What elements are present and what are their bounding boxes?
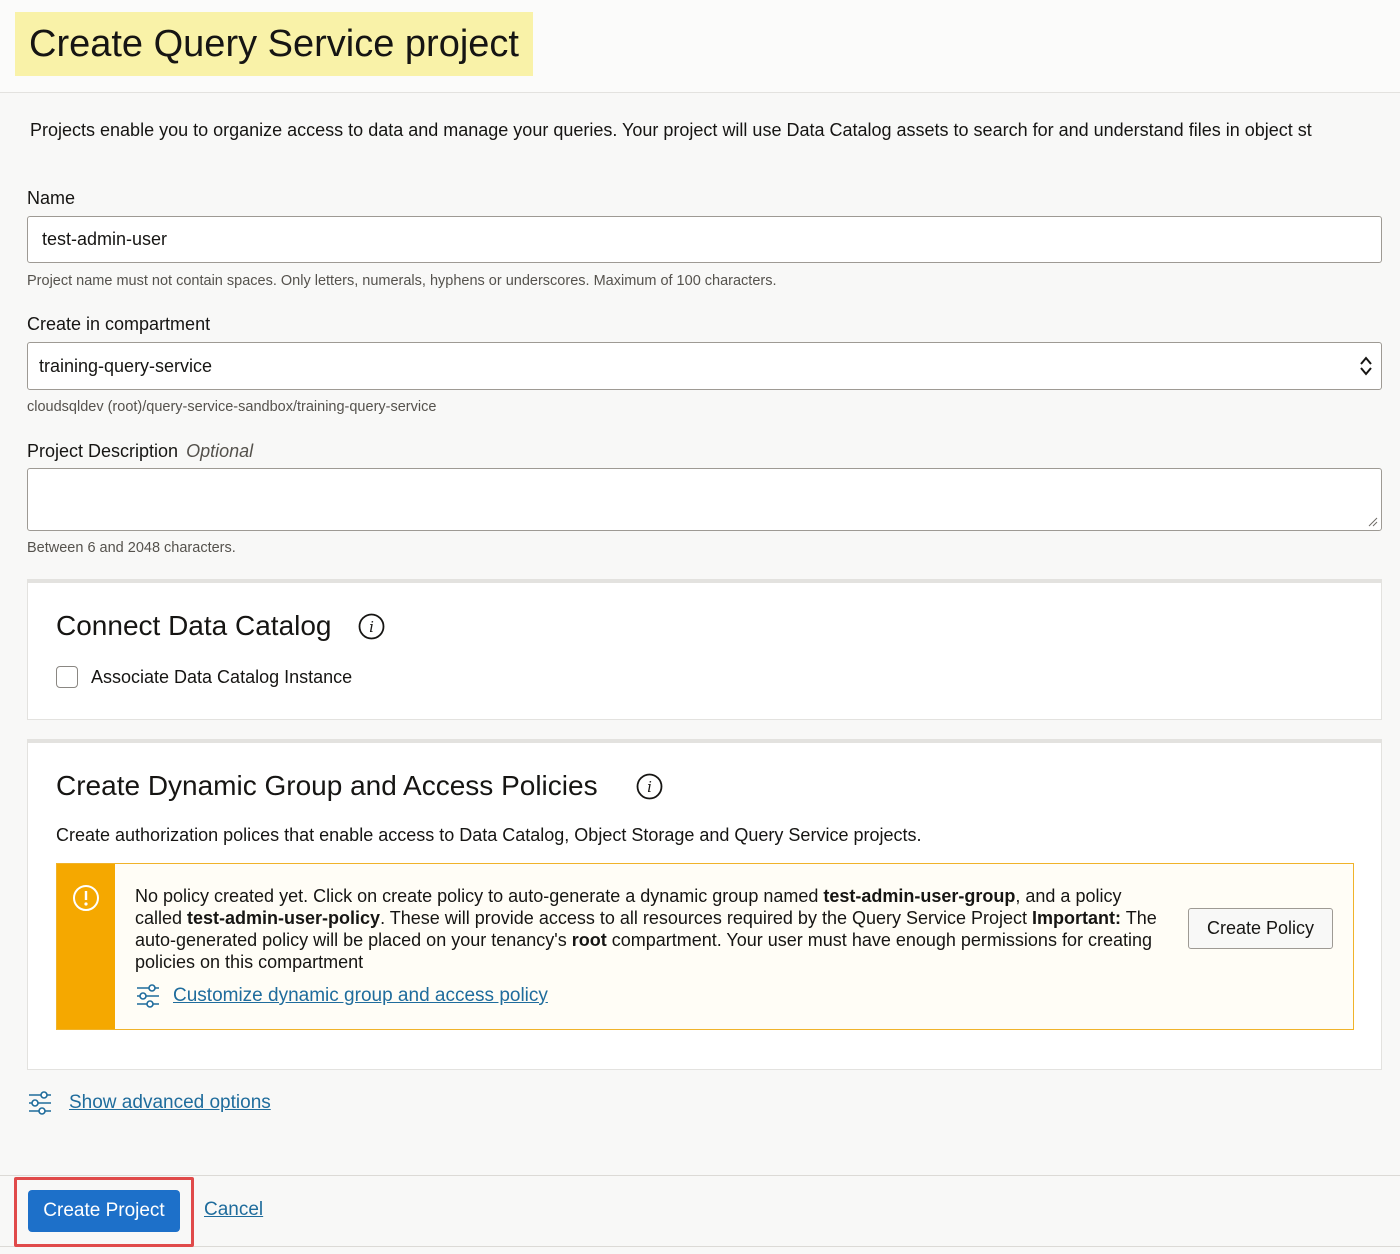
page-header: Create Query Service project (0, 0, 1400, 93)
sliders-icon (137, 984, 159, 1008)
customize-policy-link[interactable]: Customize dynamic group and access polic… (173, 985, 548, 1007)
name-input-value: test-admin-user (42, 229, 168, 249)
optional-tag: Optional (186, 441, 254, 461)
policy-warning: No policy created yet. Click on create p… (56, 863, 1354, 1030)
compartment-label: Create in compartment (27, 314, 211, 334)
description-help: Between 6 and 2048 characters. (27, 540, 236, 556)
info-icon[interactable]: i (636, 773, 663, 800)
data-catalog-card: Connect Data Catalog i Associate Data Ca… (27, 579, 1382, 720)
svg-text:i: i (647, 778, 652, 796)
warning-text: No policy created yet. Click on create p… (135, 885, 1165, 973)
warning-bar (57, 864, 115, 1029)
create-policy-button[interactable]: Create Policy (1188, 908, 1333, 949)
show-advanced-options-link[interactable]: Show advanced options (69, 1092, 271, 1114)
policy-name: test-admin-user-policy (187, 908, 381, 928)
warning-text-1: No policy created yet. Click on create p… (135, 886, 824, 906)
select-arrows-icon (1360, 356, 1372, 376)
group-name: test-admin-user-group (823, 886, 1016, 906)
create-project-button[interactable]: Create Project (28, 1190, 180, 1232)
customize-policy-link-row[interactable]: Customize dynamic group and access polic… (135, 983, 548, 1009)
policies-card: Create Dynamic Group and Access Policies… (27, 739, 1382, 1070)
intro-text: Projects enable you to organize access t… (30, 120, 1312, 140)
compartment-path: cloudsqldev (root)/query-service-sandbox… (27, 399, 437, 415)
warning-icon (73, 885, 99, 911)
warning-text-3: . These will provide access to all resou… (380, 908, 1033, 928)
svg-text:i: i (369, 618, 374, 636)
description-textarea[interactable] (27, 468, 1382, 531)
description-label: Project Description Optional (27, 441, 253, 462)
advanced-options-row[interactable]: Show advanced options (27, 1090, 271, 1116)
associate-catalog-checkbox[interactable] (56, 666, 78, 688)
associate-catalog-label[interactable]: Associate Data Catalog Instance (91, 667, 352, 688)
name-label: Name (27, 188, 76, 208)
page-title-highlight: Create Query Service project (15, 12, 533, 76)
compartment-select-value: training-query-service (39, 355, 213, 376)
cancel-link[interactable]: Cancel (204, 1199, 263, 1221)
name-input[interactable]: test-admin-user (27, 216, 1382, 263)
policies-title: Create Dynamic Group and Access Policies (56, 770, 598, 801)
policies-description: Create authorization polices that enable… (56, 825, 922, 845)
page-title: Create Query Service project (29, 22, 519, 65)
compartment-select[interactable]: training-query-service (27, 342, 1382, 390)
root-label: root (571, 930, 607, 950)
name-help: Project name must not contain spaces. On… (27, 273, 777, 289)
data-catalog-title: Connect Data Catalog (56, 610, 332, 641)
sliders-icon (29, 1091, 51, 1115)
info-icon[interactable]: i (358, 613, 385, 640)
resize-handle-icon[interactable] (1368, 517, 1378, 527)
description-label-text: Project Description (27, 441, 179, 461)
important-label: Important: (1032, 908, 1122, 928)
